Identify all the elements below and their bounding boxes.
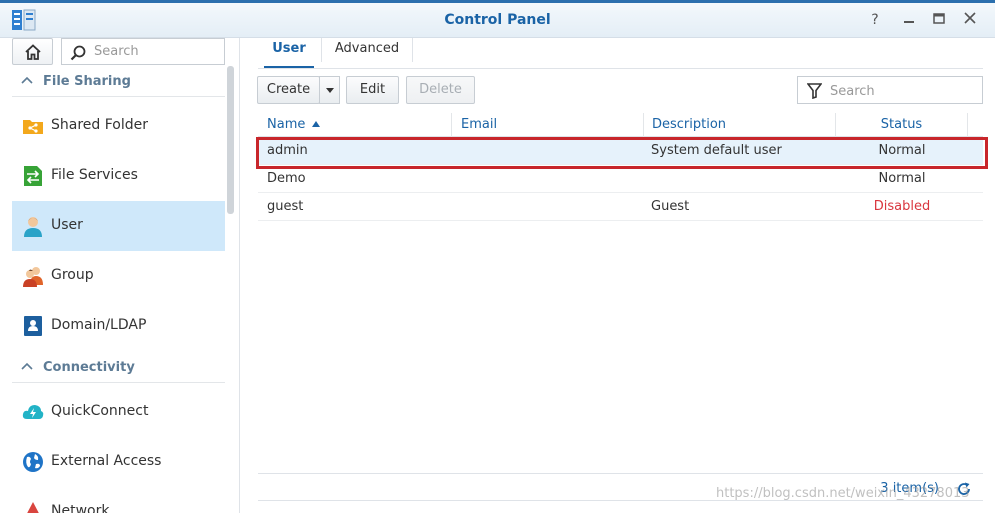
sidebar-search-field[interactable] [61, 38, 225, 65]
minimize-icon[interactable] [900, 11, 918, 29]
maximize-icon[interactable] [930, 11, 948, 29]
window-title: Control Panel [444, 12, 551, 28]
create-dropdown-button[interactable] [319, 76, 340, 104]
cell-name: admin [267, 143, 308, 158]
column-header-status[interactable]: Status [836, 113, 968, 137]
column-header-email[interactable]: Email [452, 113, 644, 137]
cell-status: Normal [878, 143, 926, 158]
caret-down-icon [326, 88, 334, 93]
sidebar-item-label: Group [51, 267, 94, 283]
sidebar-scrollbar[interactable] [227, 66, 234, 214]
section-file-sharing[interactable]: File Sharing [12, 67, 225, 97]
sidebar-item-label: QuickConnect [51, 403, 149, 419]
sidebar-item-label: Shared Folder [51, 117, 149, 133]
section-label: Connectivity [43, 360, 135, 375]
tab-bar: User Advanced [258, 38, 983, 69]
sidebar-item-label: File Services [51, 167, 138, 183]
cell-status-disabled: Disabled [873, 199, 931, 214]
sidebar-item-file-services[interactable]: File Services [12, 151, 225, 201]
section-connectivity[interactable]: Connectivity [12, 353, 225, 383]
help-icon[interactable]: ? [866, 11, 884, 29]
external-access-icon [23, 452, 43, 472]
chevron-up-icon [21, 362, 33, 370]
tab-advanced[interactable]: Advanced [328, 38, 406, 68]
shared-folder-icon [23, 120, 43, 134]
sidebar-item-domain-ldap[interactable]: Domain/LDAP [12, 301, 225, 351]
cell-description: System default user [651, 143, 782, 158]
delete-button[interactable]: Delete [406, 76, 475, 104]
cell-name: guest [267, 199, 304, 214]
column-header-label: Name [267, 117, 306, 132]
filter-icon [807, 83, 822, 99]
sidebar-item-quickconnect[interactable]: QuickConnect [12, 387, 225, 437]
edit-button[interactable]: Edit [346, 76, 399, 104]
chevron-up-icon [21, 76, 33, 84]
tab-divider [412, 38, 413, 62]
sidebar-item-external-access[interactable]: External Access [12, 437, 225, 487]
watermark-text: https://blog.csdn.net/weixin_43278013 [716, 486, 970, 501]
table-header: Name Email Description Status [258, 113, 983, 137]
create-button[interactable]: Create [257, 76, 320, 104]
column-header-name[interactable]: Name [258, 113, 452, 137]
user-filter-search[interactable] [797, 76, 983, 104]
user-icon [24, 217, 42, 237]
file-services-icon [24, 166, 42, 186]
table-row[interactable]: guest Guest Disabled [258, 193, 983, 221]
user-search-input[interactable] [828, 83, 973, 100]
network-icon [27, 502, 39, 513]
section-label: File Sharing [43, 74, 131, 89]
search-icon [70, 45, 86, 61]
tab-user[interactable]: User [264, 38, 314, 68]
home-button[interactable] [12, 38, 53, 65]
sidebar-item-shared-folder[interactable]: Shared Folder [12, 101, 225, 151]
sidebar-item-network[interactable]: Network [12, 487, 225, 513]
close-icon[interactable] [961, 11, 979, 29]
group-icon [23, 267, 43, 287]
cell-name: Demo [267, 171, 306, 186]
sidebar-item-group[interactable]: Group [12, 251, 225, 301]
table-row[interactable]: Demo Normal [258, 165, 983, 193]
sidebar-search-input[interactable] [92, 43, 217, 60]
table-row[interactable]: admin System default user Normal [258, 137, 983, 165]
window-titlebar: Control Panel ? [0, 0, 995, 38]
cell-description: Guest [651, 199, 690, 214]
home-icon [25, 44, 41, 60]
users-table: Name Email Description Status admin Syst… [258, 113, 983, 221]
sidebar-item-user[interactable]: User [12, 201, 225, 251]
sidebar: File Sharing Shared Folder File Services… [0, 38, 240, 513]
sidebar-item-label: User [51, 217, 83, 233]
tab-divider [321, 38, 322, 62]
sidebar-item-label: Network [51, 503, 110, 513]
sidebar-item-label: External Access [51, 453, 162, 469]
cell-status: Normal [878, 171, 926, 186]
sidebar-item-label: Domain/LDAP [51, 317, 147, 333]
quickconnect-icon [22, 405, 44, 419]
column-header-description[interactable]: Description [644, 113, 836, 137]
sort-ascending-icon [311, 121, 320, 127]
domain-ldap-icon [24, 316, 42, 336]
